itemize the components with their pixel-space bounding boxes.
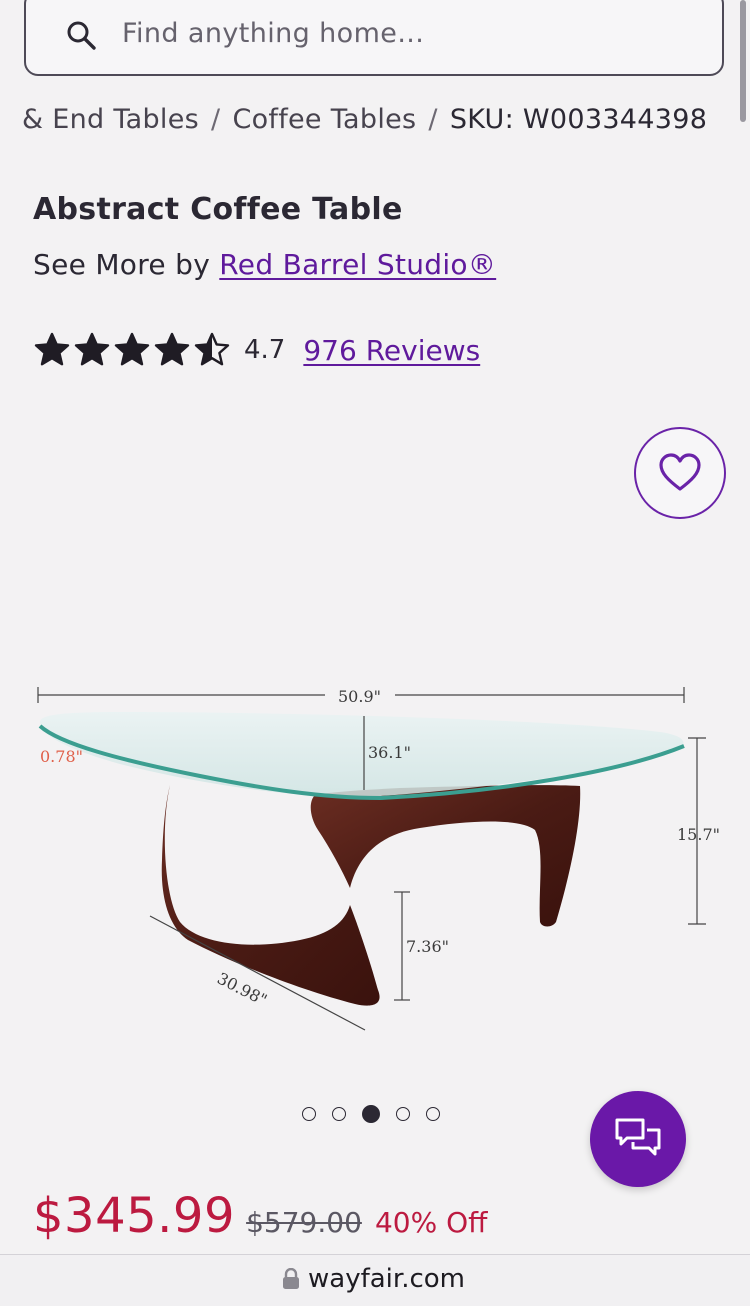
- carousel-dot[interactable]: [362, 1105, 380, 1123]
- heart-icon: [659, 453, 701, 491]
- search-input[interactable]: Find anything home...: [24, 0, 724, 76]
- star-icon: [34, 332, 70, 366]
- reviews-link[interactable]: 976 Reviews: [303, 334, 480, 367]
- breadcrumb-sku: SKU: W003344398: [449, 104, 708, 135]
- glass-top: [40, 712, 684, 797]
- chat-icon: [615, 1118, 661, 1156]
- lock-icon: [283, 1268, 299, 1289]
- product-title: Abstract Coffee Table: [33, 192, 403, 227]
- see-more-line: See More by Red Barrel Studio®: [33, 248, 496, 281]
- rating-value: 4.7: [244, 335, 286, 365]
- discount-badge: 40% Off: [374, 1206, 488, 1239]
- carousel-dot[interactable]: [332, 1107, 346, 1121]
- breadcrumb: & End Tables / Coffee Tables / SKU: W0033443…: [22, 104, 750, 144]
- carousel-dots: [302, 1105, 440, 1123]
- star-icon: [114, 332, 150, 366]
- star-icon: [74, 332, 110, 366]
- dim-depth-label: 36.1": [368, 743, 411, 762]
- rating-row: 4.7 976 Reviews: [34, 330, 480, 370]
- sale-price: $345.99: [33, 1188, 235, 1244]
- dim-base-height-label: 7.36": [406, 937, 449, 956]
- breadcrumb-separator: /: [211, 104, 221, 135]
- carousel-dot[interactable]: [396, 1107, 410, 1121]
- star-rating: [34, 332, 230, 368]
- see-more-prefix: See More by: [33, 248, 211, 281]
- browser-url-bar[interactable]: wayfair.com: [0, 1254, 750, 1306]
- product-image[interactable]: 50.9" 36.1" 0.78" 15.7" 7.36" 30.98": [0, 660, 750, 1060]
- breadcrumb-item-end-tables[interactable]: & End Tables: [22, 104, 199, 135]
- carousel-dot[interactable]: [426, 1107, 440, 1121]
- dim-width-label: 50.9": [338, 687, 381, 706]
- favorite-button[interactable]: [634, 427, 726, 519]
- dim-thickness-label: 0.78": [40, 747, 83, 766]
- carousel-dot[interactable]: [302, 1107, 316, 1121]
- url-text: wayfair.com: [308, 1264, 465, 1294]
- star-icon: [154, 332, 190, 366]
- table-base-right: [310, 785, 581, 927]
- breadcrumb-item-coffee-tables[interactable]: Coffee Tables: [232, 104, 416, 135]
- original-price: $579.00: [246, 1206, 362, 1239]
- breadcrumb-separator: /: [428, 104, 438, 135]
- price-row: $345.99 $579.00 40% Off: [33, 1188, 487, 1244]
- search-placeholder: Find anything home...: [122, 18, 425, 49]
- star-icon: [194, 332, 230, 366]
- search-icon: [67, 21, 96, 50]
- chat-button[interactable]: [590, 1091, 686, 1187]
- brand-link[interactable]: Red Barrel Studio®: [219, 248, 496, 281]
- dim-height-label: 15.7": [677, 825, 720, 844]
